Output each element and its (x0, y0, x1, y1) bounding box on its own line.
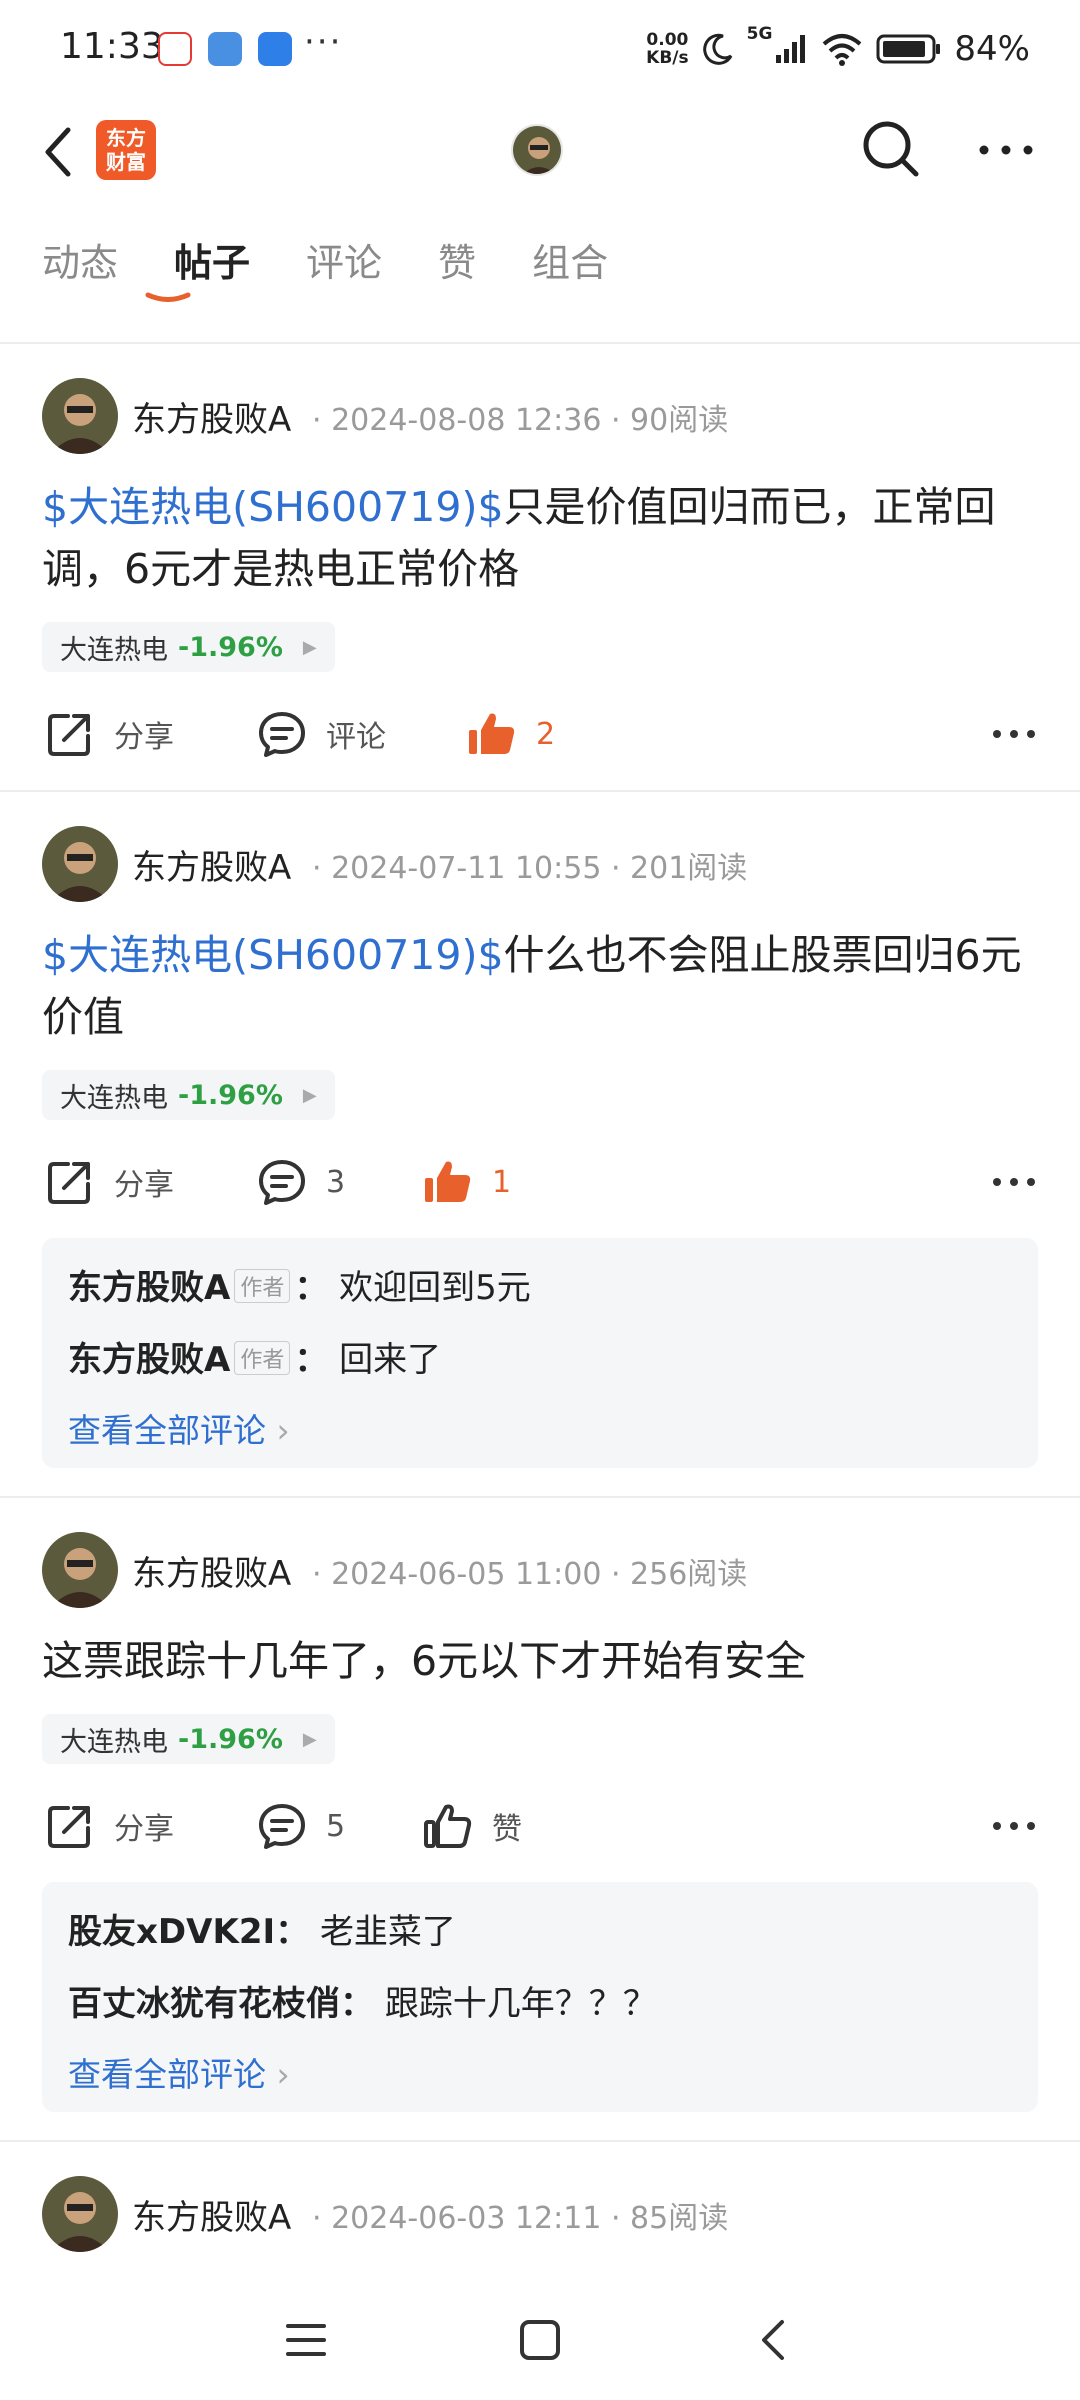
tab-posts[interactable]: 帖子 (174, 232, 250, 287)
share-button[interactable]: 分享 (44, 1156, 174, 1208)
author-name[interactable]: 东方股败A (132, 2190, 291, 2239)
network-type: 5G (746, 24, 773, 44)
signal-icon (776, 35, 806, 63)
post-content[interactable]: $大连热电(SH600719)$只是价值回归而已，正常回调，6元才是热电正常价格 (42, 476, 1038, 600)
app-wallet-icon (258, 32, 292, 66)
app-58-icon (158, 32, 192, 66)
comment-item[interactable]: 百丈冰犹有花枝俏： 跟踪十几年？？？ (68, 1976, 657, 2025)
thumbs-up-filled-icon (425, 1161, 471, 1202)
divider (0, 2140, 1080, 2142)
tab-likes[interactable]: 赞 (438, 232, 476, 287)
avatar[interactable] (42, 378, 118, 454)
stock-tag[interactable]: 大连热电 -1.96% ▶ (42, 1070, 335, 1120)
share-icon (48, 1162, 90, 1204)
post-meta: · 2024-07-11 10:55 · 201阅读 (312, 851, 748, 886)
post-more-icon[interactable] (992, 1819, 1036, 1833)
arrow-right-icon: ▶ (302, 636, 317, 658)
share-button[interactable]: 分享 (44, 708, 174, 760)
header-avatar[interactable] (511, 124, 563, 176)
chevron-right-icon: › (276, 2055, 290, 2094)
comment-icon (259, 712, 305, 757)
thumbs-up-filled-icon (469, 713, 515, 754)
avatar[interactable] (42, 1532, 118, 1608)
comment-icon (259, 1804, 305, 1849)
author-name[interactable]: 东方股败A (132, 840, 291, 889)
comment-item[interactable]: 东方股败A 作者： 欢迎回到5元 (68, 1260, 531, 1309)
post-content[interactable]: 这票跟踪十几年了，6元以下才开始有安全 (42, 1630, 1038, 1692)
author-name[interactable]: 东方股败A (132, 392, 291, 441)
comment-button[interactable]: 3 (256, 1156, 345, 1208)
arrow-right-icon: ▶ (302, 1084, 317, 1106)
moon-icon (702, 33, 732, 65)
more-options-icon[interactable] (978, 140, 1034, 160)
status-time: 11:33 (60, 26, 164, 67)
divider (0, 342, 1080, 344)
share-button[interactable]: 分享 (44, 1800, 174, 1852)
author-badge: 作者 (234, 1269, 291, 1303)
stock-tag[interactable]: 大连热电 -1.96% ▶ (42, 622, 335, 672)
stock-link[interactable]: $大连热电(SH600719)$ (42, 483, 504, 531)
post-meta: · 2024-06-05 11:00 · 256阅读 (312, 1557, 748, 1592)
post-more-icon[interactable] (992, 1175, 1036, 1189)
comment-icon (259, 1160, 305, 1205)
wifi-icon (823, 34, 862, 66)
comments-preview: 东方股败A 作者： 欢迎回到5元 东方股败A 作者： 回来了 查看全部评论 › (42, 1238, 1038, 1468)
stock-tag[interactable]: 大连热电 -1.96% ▶ (42, 1714, 335, 1764)
active-tab-indicator (145, 292, 191, 302)
share-icon (48, 1806, 90, 1848)
app-map-icon (208, 32, 242, 66)
tab-portfolio[interactable]: 组合 (532, 232, 608, 287)
search-icon[interactable] (860, 118, 922, 180)
system-nav-bar (0, 2280, 1080, 2400)
comment-button[interactable]: 评论 (256, 708, 386, 760)
back-icon[interactable] (34, 122, 84, 182)
stock-link[interactable]: $大连热电(SH600719)$ (42, 931, 504, 979)
like-button[interactable]: 1 (422, 1156, 511, 1208)
chevron-right-icon: › (276, 1411, 290, 1450)
battery-icon (876, 34, 941, 64)
menu-icon[interactable] (276, 2310, 336, 2370)
comments-preview: 股友xDVK2I： 老韭菜了 百丈冰犹有花枝俏： 跟踪十几年？？？ 查看全部评论… (42, 1882, 1038, 2112)
thumbs-up-icon (424, 1804, 472, 1848)
divider (0, 790, 1080, 792)
status-more-icon: ··· (304, 22, 343, 62)
tab-dongtai[interactable]: 动态 (42, 232, 118, 287)
net-speed: 0.00 KB/s (646, 30, 689, 68)
battery-percent: 84% (954, 29, 1030, 69)
comment-item[interactable]: 东方股败A 作者： 回来了 (68, 1332, 441, 1381)
view-all-comments-link[interactable]: 查看全部评论 › (68, 1404, 290, 1452)
comment-item[interactable]: 股友xDVK2I： 老韭菜了 (68, 1904, 456, 1953)
author-badge: 作者 (234, 1341, 291, 1375)
arrow-right-icon: ▶ (302, 1728, 317, 1750)
avatar[interactable] (42, 2176, 118, 2252)
back-nav-icon[interactable] (744, 2310, 804, 2370)
eastmoney-logo: 东方 财富 (96, 120, 156, 180)
post-more-icon[interactable] (992, 727, 1036, 741)
like-button[interactable]: 2 (466, 708, 555, 760)
post-content[interactable]: $大连热电(SH600719)$什么也不会阻止股票回归6元价值 (42, 924, 1038, 1048)
profile-tabs: 动态 帖子 评论 赞 组合 (42, 232, 664, 287)
view-all-comments-link[interactable]: 查看全部评论 › (68, 2048, 290, 2096)
like-button[interactable]: 赞 (422, 1800, 522, 1852)
status-bar: 11:33 ··· 0.00 KB/s 5G 84% (0, 0, 1080, 96)
home-icon[interactable] (510, 2310, 570, 2370)
comment-button[interactable]: 5 (256, 1800, 345, 1852)
share-icon (48, 714, 90, 756)
tab-comments[interactable]: 评论 (306, 232, 382, 287)
post-meta: · 2024-06-03 12:11 · 85阅读 (312, 2201, 729, 2236)
post-meta: · 2024-08-08 12:36 · 90阅读 (312, 403, 729, 438)
divider (0, 1496, 1080, 1498)
avatar[interactable] (42, 826, 118, 902)
author-name[interactable]: 东方股败A (132, 1546, 291, 1595)
